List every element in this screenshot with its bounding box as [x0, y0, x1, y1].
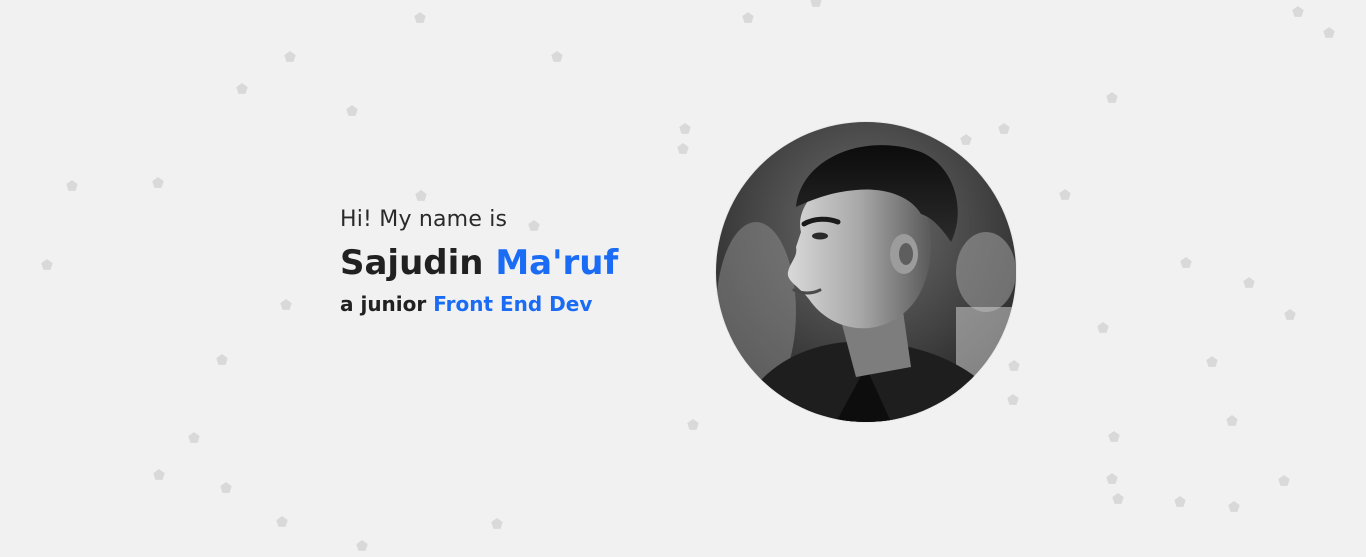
particle-shape [1112, 493, 1124, 504]
avatar [716, 122, 1016, 422]
particle-shape [1323, 27, 1335, 38]
particle-shape [742, 12, 754, 23]
particle-shape [1284, 309, 1296, 320]
particle-shape [284, 51, 296, 62]
role-title: Front End Dev [433, 292, 593, 316]
full-name: Sajudin Ma'ruf [340, 241, 700, 285]
particle-shape [491, 518, 503, 529]
intro-text: Hi! My name is Sajudin Ma'ruf a junior F… [340, 205, 700, 317]
particle-shape [677, 143, 689, 154]
particle-shape [998, 123, 1010, 134]
particle-shape [153, 469, 165, 480]
particle-shape [280, 299, 292, 310]
particle-shape [346, 105, 358, 116]
particle-shape [1097, 322, 1109, 333]
particle-shape [1106, 473, 1118, 484]
particle-shape [415, 190, 427, 201]
role-prefix: a junior [340, 292, 427, 316]
particle-shape [1108, 431, 1120, 442]
particle-shape [679, 123, 691, 134]
particle-shape [152, 177, 164, 188]
particle-shape [216, 354, 228, 365]
particle-shape [810, 0, 822, 7]
particle-shape [960, 134, 972, 145]
particle-shape [236, 83, 248, 94]
first-name: Sajudin [340, 243, 484, 283]
particle-shape [1228, 501, 1240, 512]
particle-shape [1243, 277, 1255, 288]
particle-shape [1226, 415, 1238, 426]
particle-shape [1008, 360, 1020, 371]
particle-shape [1174, 496, 1186, 507]
particle-shape [1292, 6, 1304, 17]
particle-shape [276, 516, 288, 527]
particle-shape [1206, 356, 1218, 367]
hero-section: Hi! My name is Sajudin Ma'ruf a junior F… [0, 0, 1366, 557]
role-line: a junior Front End Dev [340, 291, 700, 317]
particle-shape [356, 540, 368, 551]
particle-shape [551, 51, 563, 62]
particle-shape [41, 259, 53, 270]
particle-shape [188, 432, 200, 443]
particle-shape [220, 482, 232, 493]
particle-shape [1278, 475, 1290, 486]
last-name: Ma'ruf [495, 243, 619, 283]
particle-shape [1059, 189, 1071, 200]
particle-shape [1106, 92, 1118, 103]
particle-shape [66, 180, 78, 191]
particle-shape [414, 12, 426, 23]
particle-shape [1180, 257, 1192, 268]
greeting-text: Hi! My name is [340, 207, 508, 232]
particle-shape [687, 419, 699, 430]
avatar-portrait [716, 122, 1016, 422]
particle-shape [1007, 394, 1019, 405]
